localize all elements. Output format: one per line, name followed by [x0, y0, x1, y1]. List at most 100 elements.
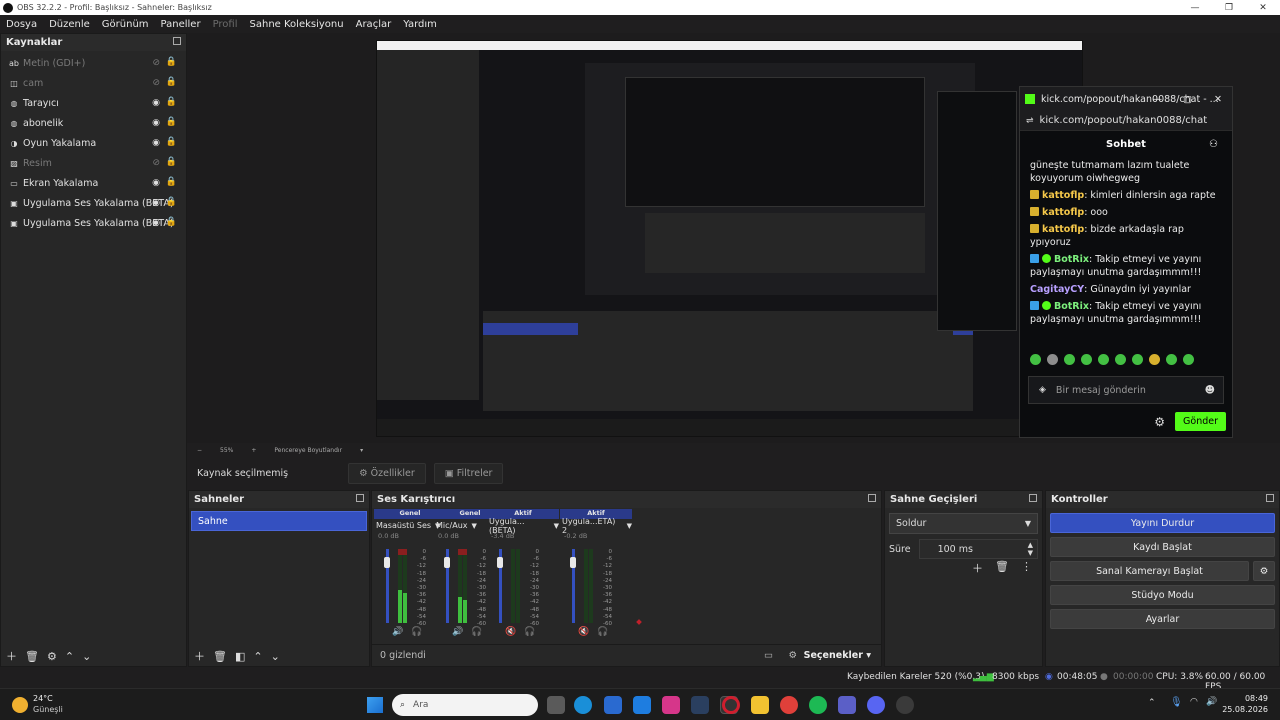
- lock-icon[interactable]: 🔒: [166, 197, 177, 207]
- emote-icon[interactable]: [1064, 354, 1075, 365]
- fader-knob[interactable]: [497, 557, 503, 568]
- chat-url-bar[interactable]: ⇌ kick.com/popout/hakan0088/chat: [1020, 111, 1232, 131]
- fit-to-window[interactable]: Pencereye Boyutlandır: [274, 447, 342, 454]
- emote-icon[interactable]: [1030, 354, 1041, 365]
- undock-icon[interactable]: [173, 37, 181, 45]
- add-scene-icon[interactable]: ＋: [194, 648, 205, 664]
- stop-streaming-button[interactable]: Yayını Durdur: [1050, 513, 1275, 533]
- wifi-icon[interactable]: ◠: [1190, 697, 1198, 707]
- obs-icon[interactable]: [896, 696, 914, 714]
- source-item[interactable]: ▣ Uygulama Ses Yakalama (BETA) ◉ 🔒: [1, 193, 186, 213]
- muted-speaker-icon[interactable]: 🔇: [505, 627, 516, 637]
- teams-icon[interactable]: [838, 696, 856, 714]
- source-item[interactable]: ◍ Tarayıcı ◉ 🔒: [1, 93, 186, 113]
- emote-icon[interactable]: [1115, 354, 1126, 365]
- lock-icon[interactable]: 🔒: [166, 57, 177, 67]
- lock-icon[interactable]: 🔒: [166, 157, 177, 167]
- remove-transition-icon[interactable]: 🗑: [995, 560, 1009, 576]
- minimize-icon[interactable]: —: [1178, 0, 1212, 15]
- zoom-dropdown-icon[interactable]: ▾: [360, 447, 363, 454]
- chat-username[interactable]: CagitayCY: [1030, 284, 1084, 295]
- headphones-icon[interactable]: 🎧: [411, 627, 422, 637]
- chat-username[interactable]: BotRix: [1054, 254, 1089, 265]
- add-source-icon[interactable]: ＋: [6, 648, 17, 664]
- source-item[interactable]: ◫ cam ⊘ 🔒: [1, 73, 186, 93]
- eye-off-icon[interactable]: ⊘: [152, 158, 160, 168]
- move-down-icon[interactable]: ⌄: [82, 650, 91, 663]
- spotify-icon[interactable]: [809, 696, 827, 714]
- clock-time[interactable]: 08:49: [1220, 694, 1268, 703]
- fader-knob[interactable]: [444, 557, 450, 568]
- chrome-icon[interactable]: [780, 696, 798, 714]
- weather-icon[interactable]: [12, 697, 28, 713]
- mic-icon[interactable]: 🎙: [1170, 697, 1183, 708]
- task-view-icon[interactable]: [547, 696, 565, 714]
- menu-edit[interactable]: Düzenle: [43, 19, 96, 30]
- move-up-icon[interactable]: ⌃: [65, 650, 74, 663]
- emote-icon[interactable]: [1132, 354, 1143, 365]
- volume-icon[interactable]: 🔊: [1206, 697, 1217, 707]
- preview-canvas[interactable]: [376, 40, 1083, 437]
- chat-close-icon[interactable]: ✕: [1214, 94, 1222, 105]
- fader-knob[interactable]: [570, 557, 576, 568]
- source-item[interactable]: ▭ Ekran Yakalama ◉ 🔒: [1, 173, 186, 193]
- chevron-up-icon[interactable]: ⌃: [1148, 698, 1156, 708]
- clock-date[interactable]: 25.08.2026: [1220, 705, 1268, 714]
- chat-username[interactable]: kattoflp: [1042, 224, 1084, 235]
- headphones-icon[interactable]: 🎧: [524, 627, 535, 637]
- zoom-in-icon[interactable]: +: [251, 447, 256, 454]
- lock-icon[interactable]: 🔒: [166, 77, 177, 87]
- move-down-icon[interactable]: ⌄: [271, 650, 280, 663]
- menu-help[interactable]: Yardım: [397, 19, 443, 30]
- chat-minimize-icon[interactable]: —: [1153, 94, 1163, 105]
- virtual-camera-button[interactable]: Sanal Kamerayı Başlat: [1050, 561, 1249, 581]
- send-button[interactable]: Gönder: [1175, 412, 1226, 431]
- eye-icon[interactable]: ◉: [152, 118, 160, 128]
- scene-filters-icon[interactable]: ◧: [235, 650, 245, 663]
- muted-speaker-icon[interactable]: 🔇: [578, 627, 589, 637]
- channel-name[interactable]: Uygula...(BETA) ▼: [487, 517, 559, 535]
- source-item[interactable]: ◍ abonelik ◉ 🔒: [1, 113, 186, 133]
- eye-off-icon[interactable]: ⊘: [152, 58, 160, 68]
- chat-username[interactable]: BotRix: [1054, 301, 1089, 312]
- settings-button[interactable]: Ayarlar: [1050, 609, 1275, 629]
- mixer-advanced-icon[interactable]: ⚙: [788, 650, 797, 661]
- fader-knob[interactable]: [384, 557, 390, 568]
- menu-scene-collection[interactable]: Sahne Koleksiyonu: [244, 19, 350, 30]
- emote-icon[interactable]: [1149, 354, 1160, 365]
- lock-icon[interactable]: 🔒: [166, 137, 177, 147]
- menu-docks[interactable]: Paneller: [155, 19, 207, 30]
- emoji-icon[interactable]: ☻: [1205, 385, 1215, 396]
- source-item[interactable]: ◑ Oyun Yakalama ◉ 🔒: [1, 133, 186, 153]
- zoom-level[interactable]: 55%: [220, 447, 233, 454]
- undock-icon[interactable]: [356, 494, 364, 502]
- instagram-icon[interactable]: [662, 696, 680, 714]
- remove-scene-icon[interactable]: 🗑: [213, 650, 227, 663]
- chat-username[interactable]: kattoflp: [1042, 207, 1084, 218]
- taskbar-search[interactable]: ⌕ Ara: [392, 694, 538, 716]
- menu-profile[interactable]: Profil: [207, 19, 244, 30]
- headphones-icon[interactable]: 🎧: [597, 627, 608, 637]
- source-item[interactable]: ab Metin (GDI+) ⊘ 🔒: [1, 53, 186, 73]
- zoom-out-icon[interactable]: −: [197, 447, 202, 454]
- store-icon[interactable]: [604, 696, 622, 714]
- mixer-options-button[interactable]: Seçenekler ▾: [804, 650, 871, 661]
- lock-icon[interactable]: 🔒: [166, 177, 177, 187]
- eye-icon[interactable]: ◉: [152, 178, 160, 188]
- chat-username[interactable]: kattoflp: [1042, 190, 1084, 201]
- eye-icon[interactable]: ◉: [152, 138, 160, 148]
- lock-icon[interactable]: 🔒: [166, 217, 177, 227]
- opera-icon[interactable]: [722, 696, 740, 714]
- chat-maximize-icon[interactable]: ▢: [1183, 94, 1192, 105]
- emote-icon[interactable]: [1183, 354, 1194, 365]
- edge-icon[interactable]: [574, 696, 592, 714]
- steam-icon[interactable]: [691, 696, 709, 714]
- transition-select[interactable]: Soldur ▼: [889, 513, 1038, 534]
- lock-icon[interactable]: 🔒: [166, 97, 177, 107]
- eye-icon[interactable]: ◉: [152, 98, 160, 108]
- menu-file[interactable]: Dosya: [0, 19, 43, 30]
- source-properties-icon[interactable]: ⚙: [47, 650, 57, 663]
- eye-off-icon[interactable]: ⊘: [152, 78, 160, 88]
- studio-mode-button[interactable]: Stüdyo Modu: [1050, 585, 1275, 605]
- properties-button[interactable]: ⚙ Özellikler: [348, 463, 426, 484]
